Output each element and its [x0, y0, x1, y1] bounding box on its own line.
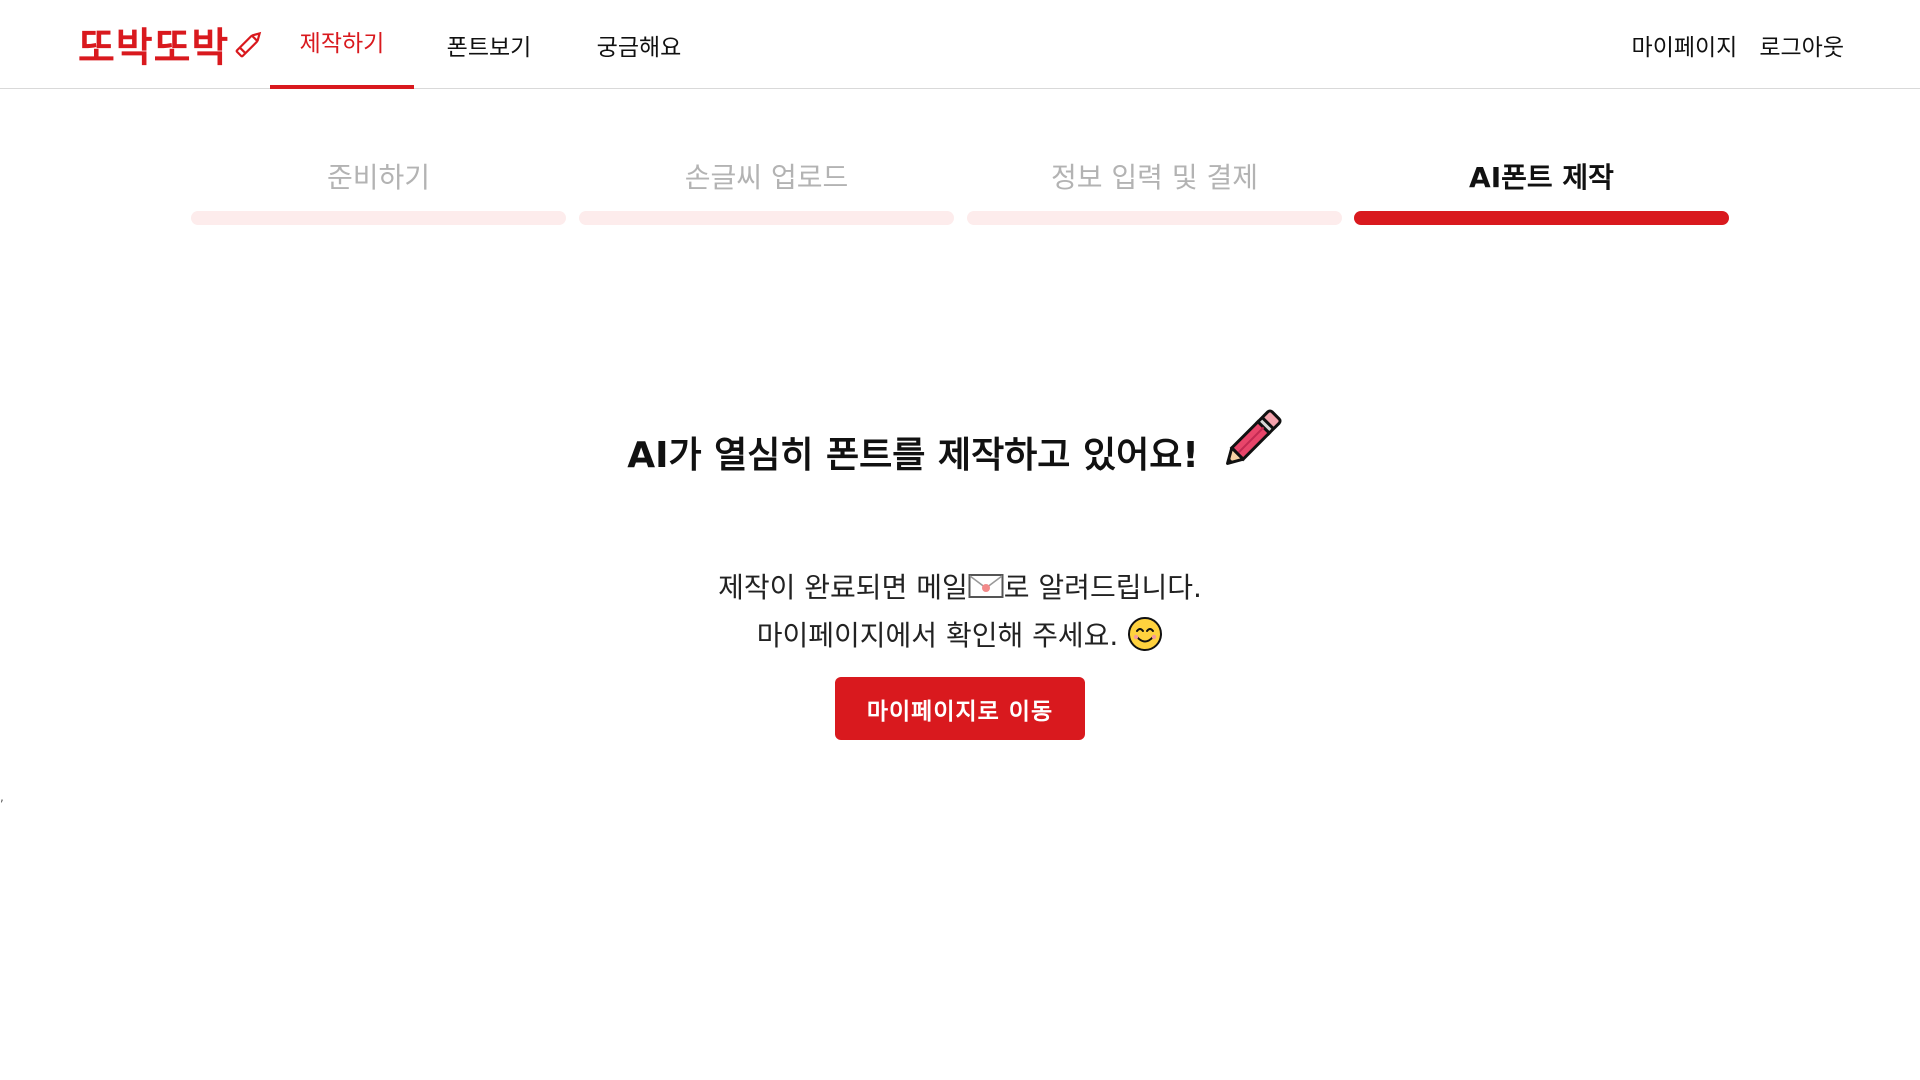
nav-fonts[interactable]: 폰트보기 [414, 0, 564, 89]
nav-create[interactable]: 제작하기 [270, 0, 414, 89]
step-ai-font: AI폰트 제작 [1354, 150, 1729, 225]
mypage-link[interactable]: 마이페이지 [1632, 28, 1738, 62]
nav-create-label: 제작하기 [299, 30, 385, 57]
pencil-icon [1213, 398, 1293, 478]
nav-faq[interactable]: 궁금해요 [564, 0, 714, 89]
step-prepare: 준비하기 [191, 150, 566, 225]
user-nav: 마이페이지 로그아웃 [1632, 0, 1844, 89]
go-to-mypage-button[interactable]: 마이페이지로 이동 [835, 677, 1085, 740]
pencil-icon [231, 26, 267, 62]
nav-fonts-label: 폰트보기 [446, 34, 532, 61]
logout-link[interactable]: 로그아웃 [1759, 28, 1844, 62]
notice-line-2: 마이페이지에서 확인해 주세요. [0, 614, 1920, 659]
notice-line-1: 제작이 완료되면 메일 로 알려드립니다. [0, 566, 1920, 606]
notice-text-2: 마이페이지에서 확인해 주세요. [756, 619, 1119, 652]
envelope-icon [968, 573, 1004, 606]
nav-faq-label: 궁금해요 [596, 34, 682, 61]
step-info-payment: 정보 입력 및 결제 [967, 150, 1342, 225]
main-nav: 제작하기 폰트보기 궁금해요 [270, 0, 714, 89]
progress-stepper: 준비하기 손글씨 업로드 정보 입력 및 결제 AI폰트 제작 [191, 150, 1729, 225]
top-navigation-bar: 또박또박 제작하기 폰트보기 궁금해요 마이페이지 로그아웃 [0, 0, 1920, 89]
step-bar [579, 211, 954, 225]
smiling-face-icon [1127, 616, 1163, 659]
notice-text-before: 제작이 완료되면 메일 [718, 571, 968, 604]
step-bar [191, 211, 566, 225]
logo[interactable]: 또박또박 [78, 18, 267, 71]
step-bar [1354, 211, 1729, 225]
step-bar [967, 211, 1342, 225]
step-upload: 손글씨 업로드 [579, 150, 954, 225]
step-label: 정보 입력 및 결제 [1050, 161, 1259, 194]
logo-text: 또박또박 [78, 25, 230, 71]
page-title: AI가 열심히 폰트를 제작하고 있어요! [627, 435, 1199, 476]
step-label: 손글씨 업로드 [684, 161, 849, 194]
step-label: AI폰트 제작 [1469, 161, 1614, 194]
step-label: 준비하기 [326, 161, 431, 194]
notice-text-after: 로 알려드립니다. [1003, 571, 1202, 604]
stray-comma: , [0, 790, 4, 804]
status-heading: AI가 열심히 폰트를 제작하고 있어요! [0, 398, 1920, 478]
